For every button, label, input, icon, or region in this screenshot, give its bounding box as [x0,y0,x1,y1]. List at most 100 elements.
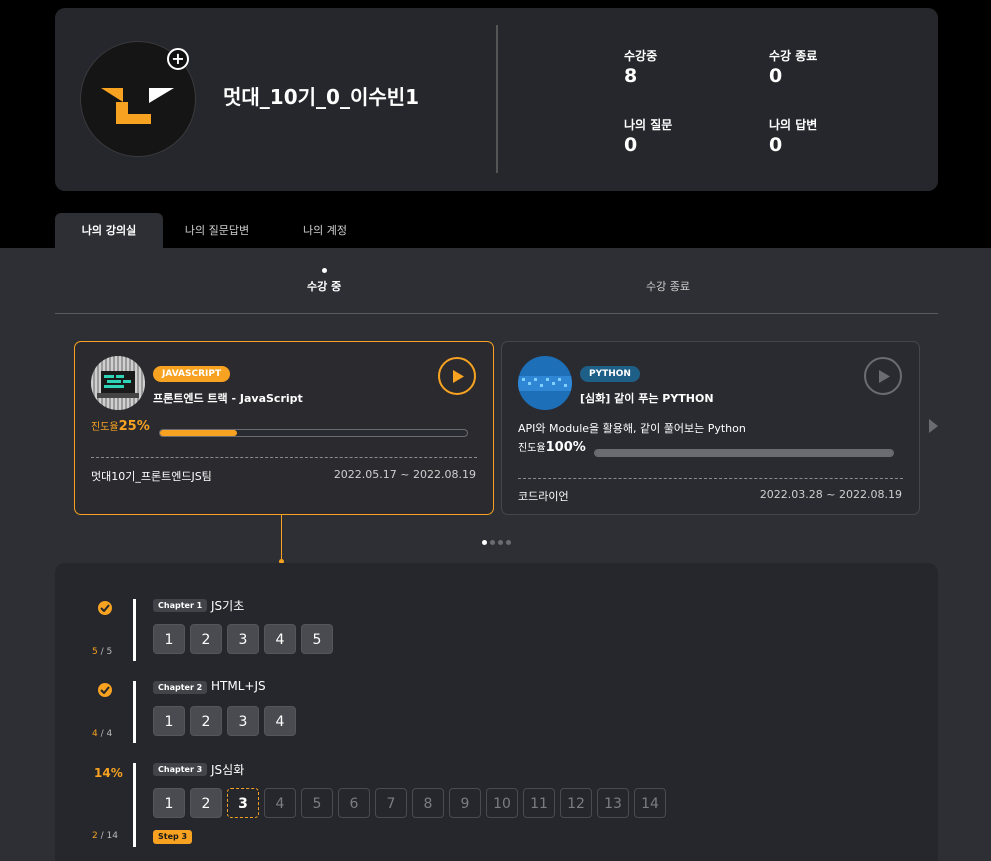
stat-my-answers: 나의 답변 0 [769,116,817,156]
chapter-timeline [133,681,136,743]
step-button[interactable]: 1 [153,624,185,654]
play-button[interactable] [438,357,476,395]
progress-value: 25% [118,419,150,434]
chapter-count: 4 / 4 [92,729,112,739]
tab-my-classroom[interactable]: 나의 강의실 [55,213,163,248]
total-count: 4 [106,729,113,739]
progress-label-text: 진도율 [518,443,546,454]
pager-dot[interactable] [506,540,511,545]
stat-value: 8 [624,65,638,87]
carousel-pager [482,540,511,545]
step-list: 1 2 3 4 5 6 7 8 9 10 11 12 13 14 [153,788,666,818]
play-button[interactable] [864,357,902,395]
step-button[interactable]: 2 [190,788,222,818]
step-button[interactable]: 4 [264,706,296,736]
step-button[interactable]: 6 [338,788,370,818]
step-button[interactable]: 1 [153,788,185,818]
chapter-title: JS심화 [211,763,245,777]
divider [496,25,498,173]
chapter-title: HTML+JS [211,679,266,693]
course-period: 2022.05.17 ~ 2022.08.19 [333,468,476,481]
subtab-finished[interactable]: 수강 종료 [646,278,690,294]
stat-value: 0 [624,134,638,156]
progress-fill [160,430,237,436]
tab-my-account[interactable]: 나의 계정 [271,213,379,248]
chapter-tag: Chapter 1 [153,599,208,612]
check-icon [98,683,112,697]
pattern-thumbnail-icon [518,356,572,410]
done-count: 5 [92,647,98,657]
count-separator: / [100,647,104,657]
step-button[interactable]: 5 [301,624,333,654]
done-count: 4 [92,729,98,739]
progress-bar [594,449,894,457]
stat-label: 수강중 [624,49,658,63]
step-button[interactable]: 13 [597,788,629,818]
pager-dot[interactable] [498,540,503,545]
progress-fill [595,450,893,456]
active-indicator [322,268,327,273]
step-button[interactable]: 5 [301,788,333,818]
dashed-divider [91,457,477,458]
course-thumbnail [518,356,572,410]
chapter-tag: Chapter 3 [153,763,208,776]
chapter-title: JS기초 [211,599,245,613]
step-button[interactable]: 14 [634,788,666,818]
step-button[interactable]: 3 [227,788,259,818]
next-arrow-icon[interactable] [929,419,938,433]
chapter-count: 2 / 14 [92,831,118,841]
total-count: 5 [106,647,113,657]
username: 멋대_10기_0_이수빈1 [223,85,420,109]
step-button[interactable]: 4 [264,788,296,818]
play-icon [879,370,890,383]
classroom-content: 수강 중 수강 종료 JAVASCRIPT 프론트엔드 트랙 - JavaScr… [0,248,991,861]
subtab-in-progress[interactable]: 수강 중 [307,278,341,294]
stat-label: 수강 종료 [769,49,818,63]
pager-dot[interactable] [482,540,487,545]
step-button[interactable]: 11 [523,788,555,818]
stat-my-questions: 나의 질문 0 [624,116,672,156]
chapter-count: 5 / 5 [92,647,112,657]
pager-dot[interactable] [490,540,495,545]
step-button[interactable]: 2 [190,624,222,654]
connector-line [281,515,282,560]
course-period: 2022.03.28 ~ 2022.08.19 [759,488,902,501]
profile-card: + 멋대_10기_0_이수빈1 수강중 8 수강 종료 0 나의 질문 0 나의… [55,8,938,191]
count-separator: / [100,729,104,739]
done-count: 2 [92,831,98,841]
step-button[interactable]: 3 [227,706,259,736]
step-button[interactable]: 3 [227,624,259,654]
add-photo-icon[interactable]: + [167,48,189,70]
check-icon [98,601,112,615]
step-list: 1234 [153,706,296,736]
tab-my-qna[interactable]: 나의 질문답변 [163,213,271,248]
progress-label: 진도율25% [91,418,150,434]
course-thumbnail [91,356,145,410]
step-button[interactable]: 4 [264,624,296,654]
progress-label: 진도율100% [518,439,586,455]
progress-label-text: 진도율 [91,422,119,433]
step-button[interactable]: 1 [153,706,185,736]
stat-value: 0 [769,134,783,156]
course-team: 코드라이언 [518,490,569,503]
course-card-python[interactable]: PYTHON [심화] 같이 푸는 PYTHON API와 Module을 활용… [501,341,920,515]
chapter-timeline [133,599,136,661]
progress-bar [159,429,468,437]
step-button[interactable]: 2 [190,706,222,736]
course-description: API와 Module을 활용해, 같이 풀어보는 Python [518,422,746,435]
step-button[interactable]: 7 [375,788,407,818]
course-card-javascript[interactable]: JAVASCRIPT 프론트엔드 트랙 - JavaScript 진도율25% … [74,341,494,515]
category-badge: PYTHON [580,366,640,382]
play-icon [453,370,464,383]
step-button[interactable]: 10 [486,788,518,818]
step-button[interactable]: 9 [449,788,481,818]
course-title: 프론트엔드 트랙 - JavaScript [153,392,303,405]
chapter-percent: 14% [94,766,123,780]
step-button[interactable]: 12 [560,788,592,818]
course-title: [심화] 같이 푸는 PYTHON [580,392,714,405]
stat-enrolled: 수강중 8 [624,47,657,87]
step-button[interactable]: 8 [412,788,444,818]
step-list: 12345 [153,624,333,654]
main-tabs: 나의 강의실 나의 질문답변 나의 계정 [55,213,379,248]
category-badge: JAVASCRIPT [153,366,231,382]
